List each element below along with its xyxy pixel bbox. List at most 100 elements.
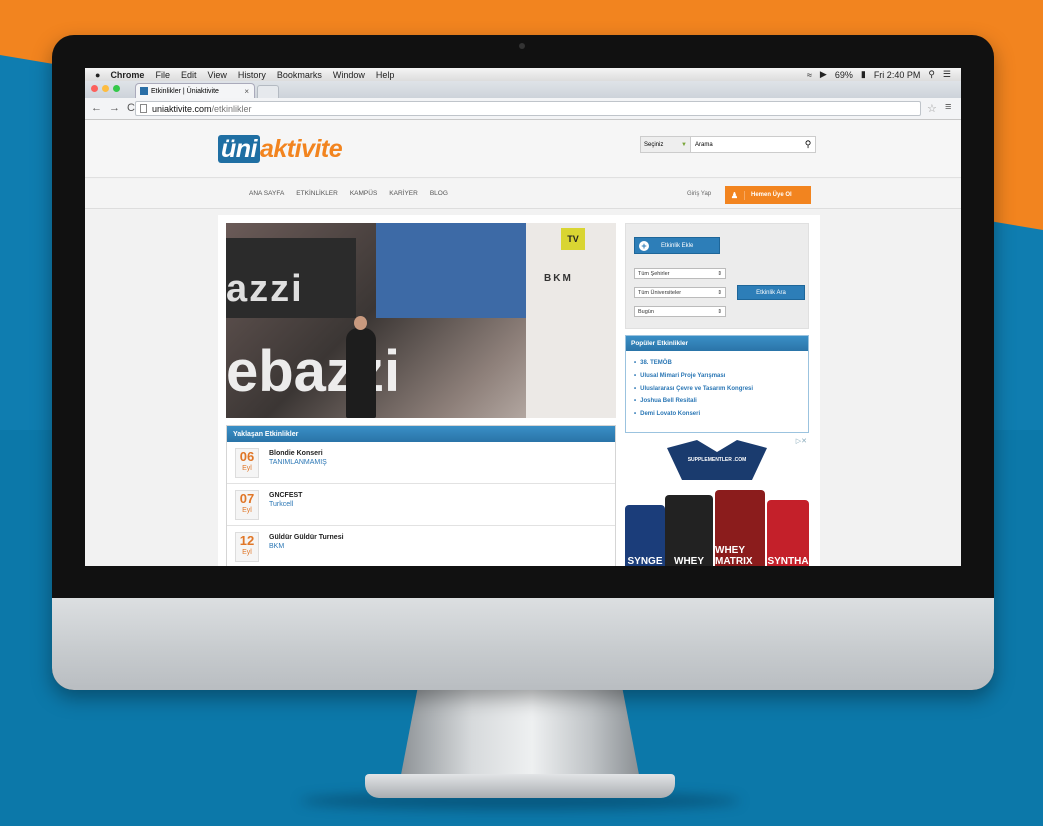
popular-item[interactable]: Ulusal Mimari Proje Yarışması [634,370,808,383]
clock[interactable]: Fri 2:40 PM [874,70,921,80]
signup-button[interactable]: ♟ Hemen Üye Ol [725,186,811,204]
apple-icon[interactable]: ● [95,70,100,80]
chevron-updown-icon: ⇕ [717,270,722,277]
search-event-button[interactable]: Etkinlik Ara [737,285,805,300]
page-icon [140,104,147,113]
camera [519,43,525,49]
event-name[interactable]: Blondie Konseri [269,450,323,457]
event-item[interactable]: 06 Eyl Blondie Konseri TANIMLANMAMIŞ [227,442,615,484]
app-menu[interactable]: Chrome [110,70,144,80]
toolbar: ← → C uniaktivite.com/etkinlikler ☆ ≡ [85,98,961,120]
site-logo[interactable]: üni aktivite [218,135,343,164]
status-area: ≈ ▶ 69% ▮ Fri 2:40 PM ⚲ ☰ [807,69,951,80]
popular-events: Popüler Etkinlikler 38. TEMÖB Ulusal Mim… [625,335,809,433]
battery-icon: ▮ [860,69,866,79]
battery-percent[interactable]: 69% [835,70,853,80]
ad-product: SYNGE [625,505,665,566]
popular-item[interactable]: Joshua Bell Resitali [634,395,808,408]
event-month: Eyl [242,507,252,514]
event-month: Eyl [242,549,252,556]
event-place[interactable]: BKM [269,543,284,550]
login-link[interactable]: Giriş Yap [687,191,711,197]
nav-campus[interactable]: KAMPÜS [350,190,377,197]
nav-events[interactable]: ETKİNLİKLER [296,190,338,197]
bookmark-star-icon[interactable]: ☆ [927,102,937,115]
hero-image[interactable]: TV BKM azzi ebazzi [226,223,616,418]
site-search: Seçiniz ▼ Arama ⚲ [640,136,816,153]
add-event-label: Etkinlik Ekle [661,242,694,249]
ad-choices-icon[interactable]: ▷✕ [796,437,807,445]
city-select[interactable]: Tüm Şehirler ⇕ [634,268,726,279]
ad-product: SYNTHA [767,500,809,566]
date-select[interactable]: Bugün ⇕ [634,306,726,317]
nav-home[interactable]: ANA SAYFA [249,190,284,197]
address-bar[interactable]: uniaktivite.com/etkinlikler [135,101,921,116]
event-place[interactable]: Turkcell [269,501,293,508]
tab-etkinlikler[interactable]: Etkinlikler | Üniaktivite × [135,83,255,98]
monitor-stand [400,680,640,780]
wifi-icon[interactable]: ≈ [807,70,812,80]
screen: ● Chrome File Edit View History Bookmark… [85,68,961,566]
ad-product: WHEY [665,495,713,566]
spotlight-icon[interactable]: ⚲ [928,69,935,80]
monitor-chin [52,598,994,690]
hero-screen-center [376,223,526,318]
popular-item[interactable]: 38. TEMÖB [634,357,808,370]
menu-help[interactable]: Help [376,70,395,80]
event-name[interactable]: Güldür Güldür Turnesi [269,534,344,541]
hero-speaker [346,316,376,418]
event-date: 07 Eyl [235,490,259,520]
event-place[interactable]: TANIMLANMAMIŞ [269,459,327,466]
hero-tv-logo: TV [561,228,585,250]
event-month: Eyl [242,465,252,472]
new-tab-button[interactable] [257,85,279,98]
hero-bkm-logo: BKM [544,273,573,284]
window-controls [91,85,120,92]
menu-edit[interactable]: Edit [181,70,197,80]
reload-icon[interactable]: C [127,102,135,114]
menu-view[interactable]: View [207,70,226,80]
back-icon[interactable]: ← [91,102,102,114]
popular-item[interactable]: Uluslararası Çevre ve Tasarım Kongresi [634,383,808,396]
university-select[interactable]: Tüm Üniversiteler ⇕ [634,287,726,298]
ad-brand: SUPPLEMENTLER .COM [687,457,747,463]
favicon-icon [140,87,148,95]
forward-icon[interactable]: → [109,102,120,114]
add-event-button[interactable]: + Etkinlik Ekle [634,237,720,254]
close-tab-icon[interactable]: × [244,87,249,96]
event-date: 06 Eyl [235,448,259,478]
event-item[interactable]: 07 Eyl GNCFEST Turkcell [227,484,615,526]
event-item[interactable]: 12 Eyl Güldür Güldür Turnesi BKM [227,526,615,566]
menu-file[interactable]: File [155,70,170,80]
chrome-menu-icon[interactable]: ≡ [945,101,951,113]
nav-links: ANA SAYFA ETKİNLİKLER KAMPÜS KARİYER BLO… [249,190,448,197]
search-input[interactable]: Arama [691,142,801,148]
event-date: 12 Eyl [235,532,259,562]
notification-icon[interactable]: ☰ [943,69,951,80]
nav-buttons: ← → C [91,102,135,114]
menu-bookmarks[interactable]: Bookmarks [277,70,322,80]
university-select-value: Tüm Üniversiteler [638,289,682,296]
minimize-window-button[interactable] [102,85,109,92]
zoom-window-button[interactable] [113,85,120,92]
menu-window[interactable]: Window [333,70,365,80]
advertisement[interactable]: ▷✕ SUPPLEMENTLER .COM SYNGE WHEY WHEY MA… [625,437,809,566]
upcoming-title: Yaklaşan Etkinlikler [227,426,615,442]
tab-bar: Etkinlikler | Üniaktivite × [85,81,961,98]
popular-item[interactable]: Demi Lovato Konseri [634,408,808,421]
close-window-button[interactable] [91,85,98,92]
event-name[interactable]: GNCFEST [269,492,302,499]
search-category-select[interactable]: Seçiniz ▼ [641,137,691,152]
nav-blog[interactable]: BLOG [430,190,448,197]
event-day: 12 [239,533,255,548]
volume-icon[interactable]: ▶ [820,69,827,80]
city-select-value: Tüm Şehirler [638,270,670,277]
search-icon[interactable]: ⚲ [801,139,815,150]
nav-career[interactable]: KARİYER [389,190,418,197]
hero-sponsor-wall [526,223,616,418]
logo-uni: üni [218,135,260,163]
mac-menubar: ● Chrome File Edit View History Bookmark… [85,68,961,81]
menu-history[interactable]: History [238,70,266,80]
upcoming-events: Yaklaşan Etkinlikler 06 Eyl Blondie Kons… [226,425,616,566]
chevron-updown-icon: ⇕ [717,308,722,315]
